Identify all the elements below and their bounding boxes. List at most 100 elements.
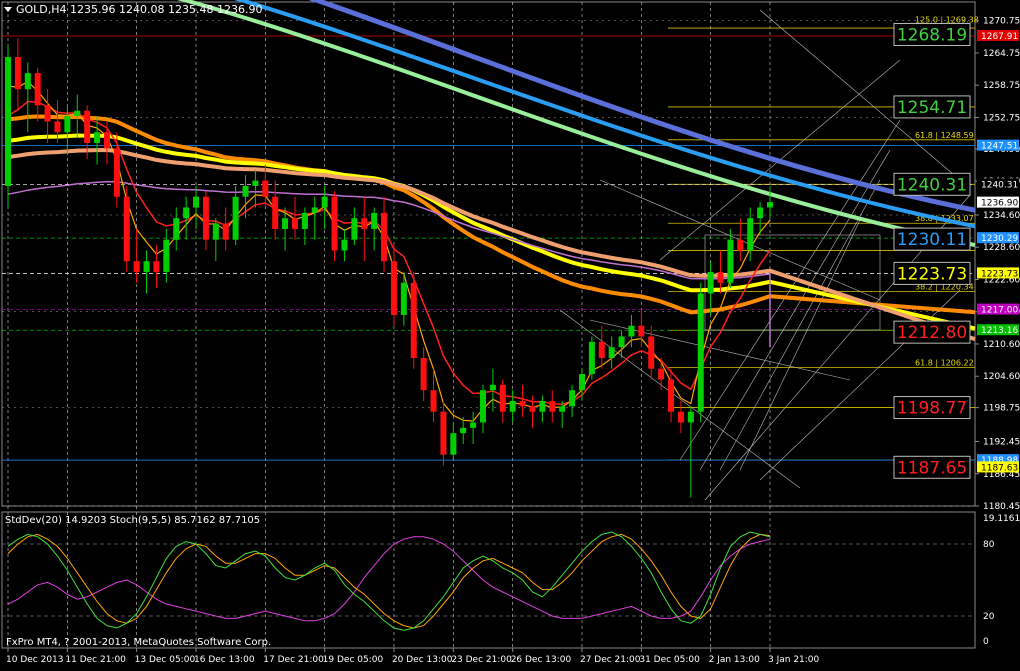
chart-title[interactable]: GOLD,H4 1235.96 1240.08 1235.48 1236.90 (4, 3, 263, 16)
price-tag-label: 1240.31 (981, 180, 1018, 190)
candle-body (549, 400, 556, 412)
fan-line (739, 219, 861, 471)
candle-body (400, 282, 407, 315)
candle-body (747, 218, 754, 251)
moving-averages (7, 0, 976, 422)
symbol-quote: GOLD,H4 1235.96 1240.08 1235.48 1236.90 (16, 3, 263, 16)
candle-body (311, 207, 318, 213)
fan-line (559, 309, 801, 489)
candle-body (5, 56, 11, 186)
ema-slateblue-line (308, 0, 976, 213)
indicator-tick-label: 20 (983, 612, 995, 622)
candle-body (687, 411, 694, 423)
time-tick-label: 23 Dec 21:00 (451, 655, 512, 665)
candle-body (222, 223, 229, 240)
candle-body (539, 400, 546, 412)
price-tick-label: 1198.75 (983, 404, 1020, 414)
indicator-tick-label: 0 (983, 637, 989, 647)
candle-body (608, 347, 615, 358)
time-tick-label: 17 Dec 21:00 (263, 655, 324, 665)
candle-body (183, 207, 190, 219)
candle-body (133, 261, 140, 272)
indicator-title: StdDev(20) 14.9203 Stoch(9,5,5) 85.7162 … (5, 515, 261, 526)
candle-body (44, 105, 51, 122)
candle-body (331, 196, 338, 251)
candle-body (113, 148, 120, 197)
fan-line (699, 149, 891, 471)
price-tick-label: 1252.75 (983, 113, 1020, 123)
candle-body (737, 239, 744, 251)
candle-body (588, 341, 595, 375)
price-tag-label: 1267.91 (981, 32, 1018, 42)
fib-label: 61.8 | 1206.22 (915, 359, 974, 368)
time-tick-label: 16 Dec 13:00 (194, 655, 255, 665)
candle-body (14, 56, 21, 90)
candle-body (767, 202, 773, 208)
candle-body (618, 336, 625, 348)
dropdown-triangle-icon[interactable] (4, 7, 12, 12)
candle-body (84, 110, 91, 143)
ema-fast-line (7, 80, 771, 422)
candle-body (470, 422, 477, 428)
level-label: 1254.71 (897, 98, 967, 118)
level-label: 1223.73 (897, 264, 967, 284)
time-tick-label: 11 Dec 21:00 (65, 655, 126, 665)
candle-body (638, 325, 645, 337)
candle-body (598, 341, 605, 358)
candle-body (529, 406, 536, 412)
price-tick-label: 1210.60 (983, 340, 1020, 350)
price-tick-label: 1258.75 (983, 81, 1020, 91)
ema-lightgreen-line (176, 0, 976, 248)
candle-body (697, 293, 704, 412)
price-tick-label: 1204.60 (983, 372, 1020, 382)
candle-body (381, 212, 388, 262)
candle-body (163, 239, 170, 272)
indicator-pane: 19.1161 80 20 0 (2, 514, 1020, 647)
candle-body (361, 218, 368, 229)
chart-window[interactable]: 125.0 | 1269.38 61.8 | 1248.59 38.8 | 1233… (0, 0, 1020, 667)
candle-body (24, 73, 31, 90)
level-label: 1230.11 (897, 230, 967, 250)
level-boxes: 1268.19 1254.71 1240.31 1230.11 1223.73 1212.… (893, 22, 971, 479)
price-axis: 1270.751264.751258.751252.751246.901240.… (975, 17, 1020, 512)
candle-body (252, 180, 259, 186)
time-tick-label: 3 Jan 21:00 (768, 655, 820, 665)
candle-body (628, 325, 635, 337)
candle-body (54, 121, 61, 133)
candle-body (578, 374, 585, 391)
candle-body (371, 212, 378, 229)
candle-body (757, 207, 764, 219)
candle-body (321, 196, 328, 208)
indicator-tick-label: 19.1161 (983, 514, 1020, 524)
candle-body (489, 384, 496, 391)
level-label: 1198.77 (897, 399, 967, 419)
candle-body (64, 116, 71, 133)
time-tick-label: 27 Dec 21:00 (580, 655, 641, 665)
price-tick-label: 1234.60 (983, 211, 1020, 221)
candle-body (123, 196, 130, 262)
indicator-pane-frame (1, 511, 976, 649)
candle-body (202, 196, 209, 240)
candle-body (450, 433, 457, 455)
price-tag-label: 1223.73 (981, 269, 1018, 279)
candle-body (559, 406, 566, 412)
price-chart[interactable]: 125.0 | 1269.3861.8 | 1248.5938.8 | 1233… (0, 0, 1020, 667)
candle-body (173, 218, 180, 240)
candle-body (440, 411, 447, 455)
candle-body (648, 336, 655, 369)
time-tick-label: 31 Dec 05:00 (639, 655, 700, 665)
candle-body (212, 223, 219, 240)
time-axis: 10 Dec 2013 11 Dec 21:00 13 Dec 05:0016 De… (6, 648, 820, 665)
candle-body (242, 185, 249, 197)
candle-body (707, 271, 714, 294)
copyright-text: FxPro MT4, ? 2001-2013, MetaQuotes Softw… (6, 637, 272, 648)
candle-body (480, 390, 487, 423)
candle-body (262, 180, 269, 197)
candle-body (153, 261, 160, 272)
price-tag-label: 1247.51 (981, 142, 1018, 152)
price-tag-label: 1217.00 (981, 306, 1018, 316)
trend-fan-lines (559, 9, 971, 501)
price-tick-label: 1180.45 (983, 502, 1020, 512)
candle-body (301, 212, 308, 229)
price-tag-label: 1187.63 (981, 463, 1018, 473)
